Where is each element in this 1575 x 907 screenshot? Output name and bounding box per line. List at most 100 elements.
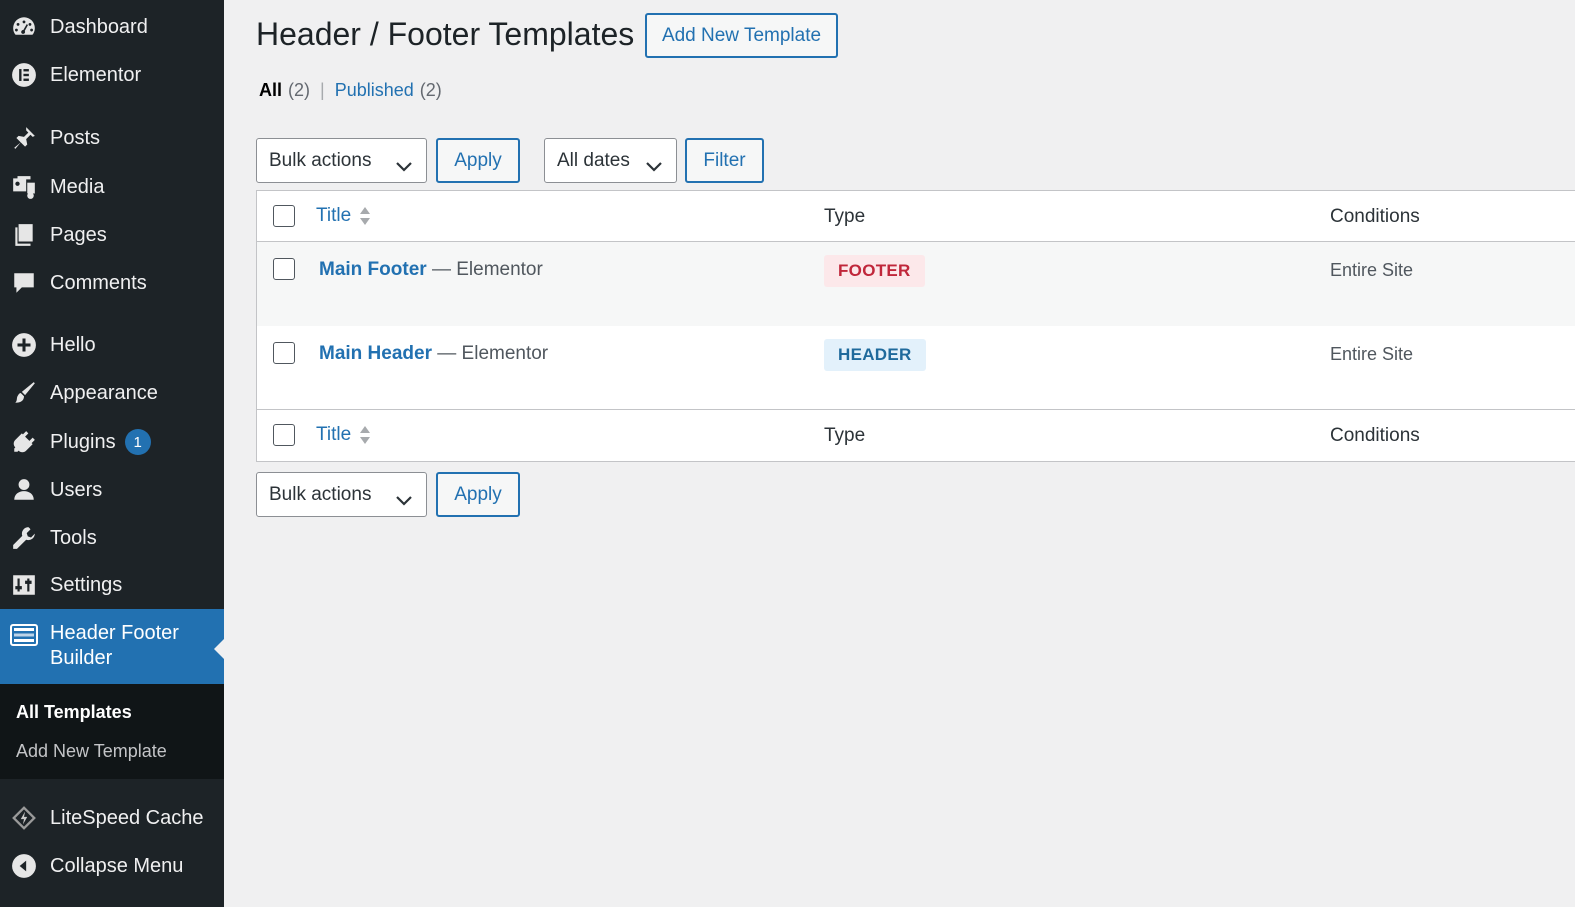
settings-icon xyxy=(10,571,38,599)
collapse-icon xyxy=(10,852,38,880)
template-title-suffix: — Elementor xyxy=(431,259,543,280)
view-published-link[interactable]: Published xyxy=(335,80,414,101)
sort-icon xyxy=(360,426,371,444)
sidebar-item-label: Header Footer Builder xyxy=(50,622,179,669)
sidebar-item-settings[interactable]: Settings xyxy=(0,570,224,600)
conditions-column-footer: Conditions xyxy=(1330,425,1420,446)
sidebar-item-label: Elementor xyxy=(50,63,142,86)
row-checkbox[interactable] xyxy=(273,342,295,364)
sidebar-submenu: All Templates Add New Template xyxy=(0,684,224,779)
plug-icon xyxy=(10,428,38,456)
dates-filter-select[interactable]: All dates xyxy=(544,138,677,183)
title-column-header[interactable]: Title xyxy=(316,205,371,227)
bulk-actions-value: Bulk actions xyxy=(269,483,372,505)
view-all-count: (2) xyxy=(288,80,311,100)
page-title: Header / Footer Templates xyxy=(256,16,635,52)
sidebar-item-appearance[interactable]: Appearance xyxy=(0,378,224,408)
update-count-badge: 1 xyxy=(124,429,151,455)
sidebar-item-label: Pages xyxy=(50,223,107,246)
add-new-template-button[interactable]: Add New Template xyxy=(645,13,838,58)
sidebar-item-label: Dashboard xyxy=(50,15,148,38)
sidebar-item-label: Hello xyxy=(50,333,96,356)
sidebar-item-dashboard[interactable]: Dashboard xyxy=(0,12,224,42)
apply-button-top[interactable]: Apply xyxy=(436,138,520,183)
collapse-menu-button[interactable]: Collapse Menu xyxy=(0,851,224,881)
template-title-link[interactable]: Main Header xyxy=(319,343,432,364)
chevron-down-icon xyxy=(646,156,662,172)
sidebar-item-comments[interactable]: Comments xyxy=(0,268,224,298)
template-title-link[interactable]: Main Footer xyxy=(319,259,427,280)
comment-icon xyxy=(10,269,38,297)
conditions-cell: Entire Site xyxy=(1330,260,1414,280)
pin-icon xyxy=(10,124,38,152)
sidebar-item-label: Appearance xyxy=(50,381,158,404)
sidebar-item-label: Settings xyxy=(50,573,123,596)
sidebar-item-label: Posts xyxy=(50,126,101,149)
status-views: All (2) | Published (2) xyxy=(259,80,442,101)
litespeed-icon xyxy=(10,804,38,832)
sidebar-item-tools[interactable]: Tools xyxy=(0,523,224,553)
filter-button[interactable]: Filter xyxy=(685,138,764,183)
active-indicator-arrow xyxy=(214,639,224,659)
type-column-header: Type xyxy=(824,206,866,227)
sidebar-item-hello[interactable]: Hello xyxy=(0,330,224,360)
elementor-icon xyxy=(10,61,38,89)
table-footer-row: Title Type Conditions xyxy=(257,410,1575,461)
sidebar-item-users[interactable]: Users xyxy=(0,475,224,505)
conditions-cell: Entire Site xyxy=(1330,344,1414,364)
table-row: Main Footer — Elementor FOOTER Entire Si… xyxy=(257,242,1575,326)
plus-circle-icon xyxy=(10,331,38,359)
sidebar-item-label: LiteSpeed Cache xyxy=(50,806,204,829)
table-header-row: Title Type Conditions xyxy=(257,191,1575,242)
dashboard-icon xyxy=(10,13,38,41)
sidebar-item-media[interactable]: Media xyxy=(0,172,224,202)
sidebar-item-elementor[interactable]: Elementor xyxy=(0,60,224,90)
chevron-down-icon xyxy=(396,156,412,172)
sidebar-item-header-footer-builder[interactable]: Header Footer Builder xyxy=(0,609,224,684)
title-column-label: Title xyxy=(316,424,352,445)
title-column-label: Title xyxy=(316,205,352,226)
type-badge: FOOTER xyxy=(824,255,925,287)
apply-button-bottom[interactable]: Apply xyxy=(436,472,520,517)
sidebar-item-label: Comments xyxy=(50,271,147,294)
sidebar-item-plugins[interactable]: Plugins 1 xyxy=(0,427,224,457)
template-title-suffix: — Elementor xyxy=(437,343,549,364)
template-title-cell: Main Footer — Elementor xyxy=(319,259,543,281)
sidebar-item-label: Tools xyxy=(50,526,97,549)
type-column-footer: Type xyxy=(824,425,866,446)
select-all-checkbox[interactable] xyxy=(273,205,295,227)
sidebar-item-label: Media xyxy=(50,175,105,198)
sidebar-item-label: Collapse Menu xyxy=(50,854,184,877)
media-icon xyxy=(10,173,38,201)
type-badge: HEADER xyxy=(824,339,926,371)
template-title-cell: Main Header — Elementor xyxy=(319,343,548,365)
sidebar-item-litespeed-cache[interactable]: LiteSpeed Cache xyxy=(0,803,224,833)
submenu-item-add-new-template[interactable]: Add New Template xyxy=(16,741,167,762)
view-published-count: (2) xyxy=(419,80,442,100)
paintbrush-icon xyxy=(10,379,38,407)
sidebar-item-pages[interactable]: Pages xyxy=(0,220,224,250)
sidebar-item-label: Plugins xyxy=(50,430,116,453)
chevron-down-icon xyxy=(396,490,412,506)
view-all-link[interactable]: All xyxy=(259,80,282,101)
title-column-footer[interactable]: Title xyxy=(316,424,371,446)
sidebar-item-posts[interactable]: Posts xyxy=(0,123,224,153)
select-all-checkbox-bottom[interactable] xyxy=(273,424,295,446)
sort-icon xyxy=(360,207,371,225)
bulk-actions-value: Bulk actions xyxy=(269,149,372,171)
row-checkbox[interactable] xyxy=(273,258,295,280)
view-separator: | xyxy=(320,80,325,100)
user-icon xyxy=(10,476,38,504)
conditions-column-header: Conditions xyxy=(1330,206,1420,227)
wrench-icon xyxy=(10,524,38,552)
bulk-actions-select-top[interactable]: Bulk actions xyxy=(256,138,427,183)
templates-table: Title Type Conditions Main Footer — Elem… xyxy=(256,190,1575,462)
admin-sidebar: Dashboard Elementor Posts Media Pages Co… xyxy=(0,0,224,907)
bulk-actions-select-bottom[interactable]: Bulk actions xyxy=(256,472,427,517)
submenu-item-all-templates[interactable]: All Templates xyxy=(16,702,132,723)
sidebar-item-label: Users xyxy=(50,478,103,501)
table-row: Main Header — Elementor HEADER Entire Si… xyxy=(257,326,1575,410)
dates-filter-value: All dates xyxy=(557,149,630,171)
header-footer-icon xyxy=(10,621,38,649)
pages-icon xyxy=(10,221,38,249)
